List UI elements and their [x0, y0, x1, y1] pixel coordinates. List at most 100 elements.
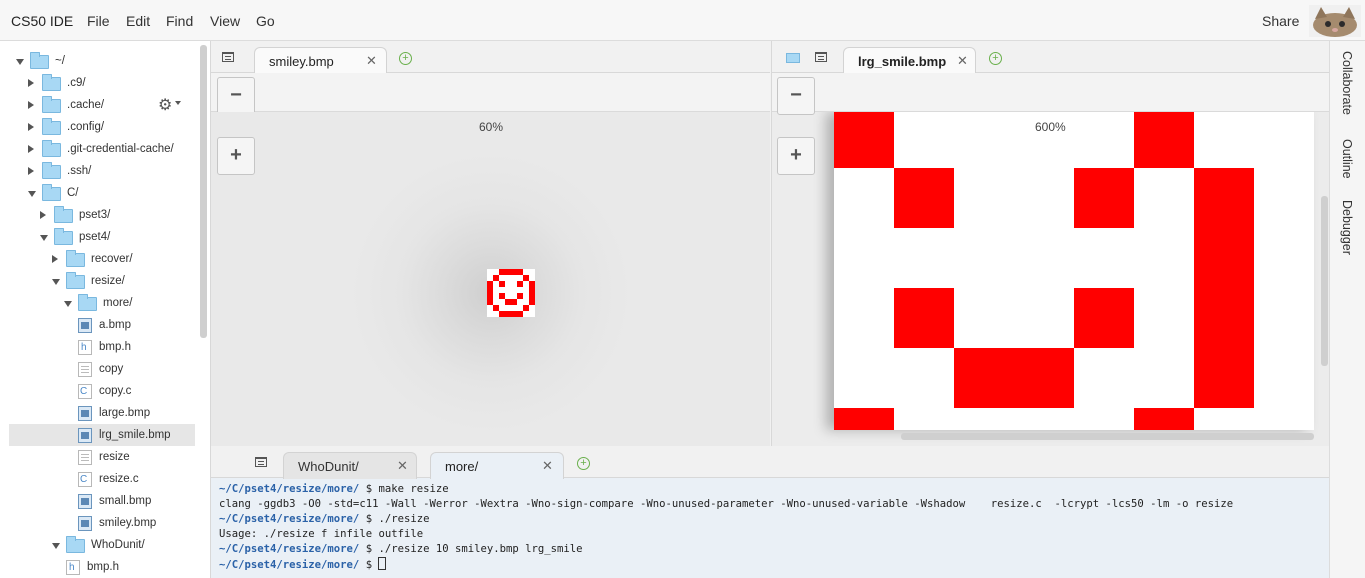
tree-item-label: C/ — [67, 187, 79, 199]
terminal-line: Usage: ./resize f infile outfile — [219, 527, 1233, 542]
menu-file[interactable]: File — [87, 13, 110, 29]
chevron-down-icon[interactable] — [64, 301, 72, 307]
tree-folder[interactable]: .config/ — [0, 116, 200, 138]
zoom-out-button[interactable]: − — [777, 77, 815, 115]
chevron-right-icon[interactable] — [28, 123, 34, 131]
zoomed-pixel — [1194, 288, 1254, 348]
chevron-down-icon[interactable] — [52, 543, 60, 549]
smiley-pixel — [499, 281, 505, 287]
terminal-cursor — [378, 557, 387, 570]
tree-scrollbar[interactable] — [200, 45, 207, 338]
vertical-scrollbar[interactable] — [1321, 196, 1328, 366]
tree-file[interactable]: small.bmp — [0, 490, 200, 512]
close-icon[interactable]: ✕ — [542, 458, 553, 474]
tree-file[interactable]: copy — [0, 358, 200, 380]
zoom-level: 60% — [479, 120, 504, 134]
tree-item-label: bmp.h — [87, 561, 119, 573]
file-icon — [78, 450, 92, 465]
zoom-level: 600% — [1035, 120, 1066, 134]
zoomed-pixel — [954, 348, 1014, 408]
tree-folder[interactable]: WhoDunit/ — [0, 534, 200, 556]
smiley-pixel — [523, 305, 529, 311]
close-icon[interactable]: ✕ — [397, 458, 408, 474]
debugger-tab[interactable]: Debugger — [1340, 200, 1354, 255]
zoomed-pixel — [1074, 288, 1134, 348]
tree-folder[interactable]: .git-credential-cache/ — [0, 138, 200, 160]
chevron-down-icon[interactable] — [28, 191, 36, 197]
tree-folder[interactable]: resize/ — [0, 270, 200, 292]
add-tab-icon[interactable]: + — [989, 52, 1002, 65]
zoom-out-button[interactable]: − — [217, 77, 255, 115]
menu-view[interactable]: View — [210, 13, 240, 29]
terminal-tab-bar: WhoDunit/ ✕ more/ ✕ + — [211, 446, 1329, 479]
zoom-in-button[interactable]: + — [777, 137, 815, 175]
tree-file[interactable]: smiley.bmp — [0, 512, 200, 534]
tree-file[interactable]: resize — [0, 446, 200, 468]
tree-item-label: lrg_smile.bmp — [99, 429, 171, 441]
menu-find[interactable]: Find — [166, 13, 193, 29]
chevron-down-icon[interactable] — [16, 59, 24, 65]
chevron-down-icon[interactable] — [52, 279, 60, 285]
tree-folder[interactable]: pset3/ — [0, 204, 200, 226]
add-tab-icon[interactable]: + — [399, 52, 412, 65]
tree-folder[interactable]: recover/ — [0, 248, 200, 270]
tree-folder[interactable]: .ssh/ — [0, 160, 200, 182]
chevron-right-icon[interactable] — [40, 211, 46, 219]
menu-go[interactable]: Go — [256, 13, 275, 29]
tab-lrg-smile-bmp[interactable]: lrg_smile.bmp ✕ — [843, 47, 976, 74]
chevron-right-icon[interactable] — [28, 101, 34, 109]
tree-file[interactable]: a.bmp — [0, 314, 200, 336]
tree-folder[interactable]: pset4/ — [0, 226, 200, 248]
folder-icon — [42, 96, 61, 113]
terminal-prompt: ~/C/pset4/resize/more/ — [219, 559, 360, 571]
tree-item-label: resize.c — [99, 473, 139, 485]
app-title: CS50 IDE — [11, 13, 74, 29]
tab-bar-right: lrg_smile.bmp ✕ + — [772, 41, 1329, 74]
terminal-text: clang -ggdb3 -O0 -std=c11 -Wall -Werror … — [219, 498, 1234, 510]
chevron-down-icon[interactable] — [40, 235, 48, 241]
horizontal-scrollbar[interactable] — [901, 433, 1314, 440]
tree-folder[interactable]: .cache/ — [0, 94, 200, 116]
tree-folder[interactable]: C/ — [0, 182, 200, 204]
tab-smiley-bmp[interactable]: smiley.bmp ✕ — [254, 47, 387, 74]
tree-file[interactable]: large.bmp — [0, 402, 200, 424]
share-button[interactable]: Share — [1262, 13, 1299, 29]
tree-folder[interactable]: ~/ — [0, 50, 200, 72]
chevron-right-icon[interactable] — [28, 79, 34, 87]
tree-folder[interactable]: more/ — [0, 292, 200, 314]
list-icon[interactable] — [255, 457, 267, 467]
tab-bar-left: smiley.bmp ✕ + — [211, 41, 770, 74]
image-file-icon — [78, 318, 92, 333]
tree-item-label: small.bmp — [99, 495, 152, 507]
folder-icon — [66, 250, 85, 267]
collaborate-tab[interactable]: Collaborate — [1340, 51, 1354, 115]
zoomed-pixel — [1194, 168, 1254, 228]
folder-icon — [42, 118, 61, 135]
menu-edit[interactable]: Edit — [126, 13, 150, 29]
tree-folder[interactable]: .c9/ — [0, 72, 200, 94]
tab-terminal-whodunit[interactable]: WhoDunit/ ✕ — [283, 452, 417, 479]
tree-file[interactable]: resize.c — [0, 468, 200, 491]
folder-icon — [42, 184, 61, 201]
tree-file[interactable]: bmp.h — [0, 556, 200, 578]
close-icon[interactable]: ✕ — [957, 53, 968, 69]
tab-terminal-more[interactable]: more/ ✕ — [430, 452, 564, 479]
terminal-prompt: ~/C/pset4/resize/more/ — [219, 513, 360, 525]
tree-file[interactable]: lrg_smile.bmp — [9, 424, 195, 446]
smiley-pixel — [499, 293, 505, 299]
chevron-right-icon[interactable] — [28, 167, 34, 175]
folder-icon[interactable] — [786, 53, 800, 63]
chevron-right-icon[interactable] — [28, 145, 34, 153]
tree-file[interactable]: bmp.h — [0, 336, 200, 359]
list-icon[interactable] — [222, 52, 234, 62]
image-file-icon — [78, 494, 92, 509]
avatar[interactable] — [1309, 5, 1361, 37]
chevron-right-icon[interactable] — [52, 255, 58, 263]
add-tab-icon[interactable]: + — [577, 457, 590, 470]
outline-tab[interactable]: Outline — [1340, 139, 1354, 179]
tree-file[interactable]: copy.c — [0, 380, 200, 403]
zoom-in-button[interactable]: + — [217, 137, 255, 175]
close-icon[interactable]: ✕ — [366, 53, 377, 69]
list-icon[interactable] — [815, 52, 827, 62]
terminal-output[interactable]: ~/C/pset4/resize/more/ $ make resize clan… — [219, 482, 1233, 573]
